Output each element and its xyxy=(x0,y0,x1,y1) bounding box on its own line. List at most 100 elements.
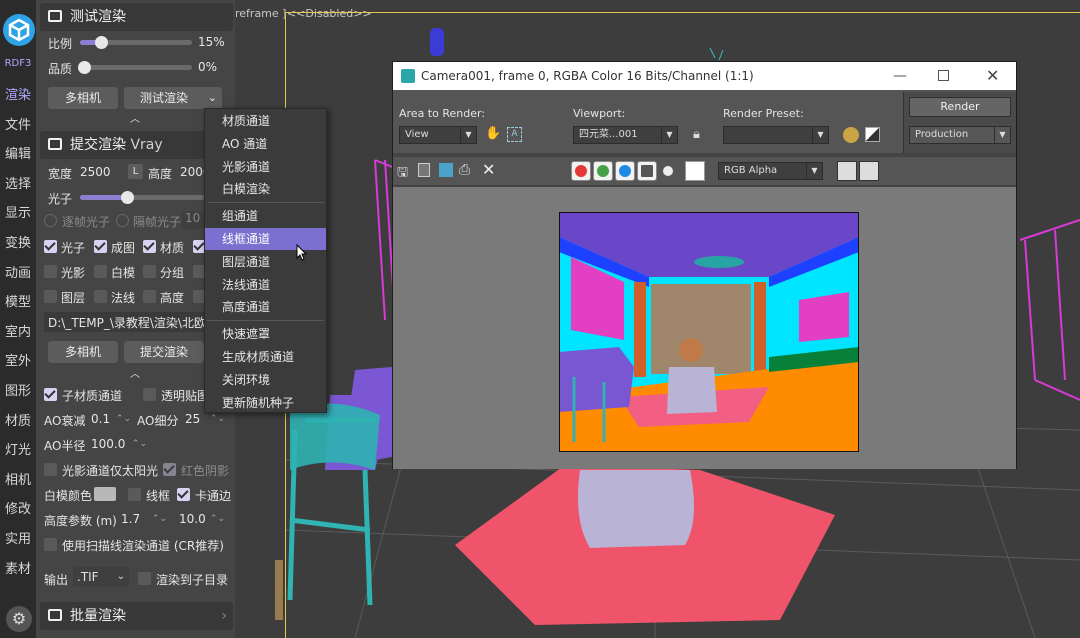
menu-item[interactable]: 组通道 xyxy=(205,205,326,227)
wireframe-checkbox[interactable] xyxy=(128,488,141,501)
red-channel-toggle[interactable] xyxy=(571,161,591,181)
display-toggle-2-icon[interactable] xyxy=(859,161,879,181)
option-checkbox[interactable] xyxy=(143,240,156,253)
ao-decay-spinner[interactable]: 0.1 ⌃⌄ xyxy=(91,409,131,429)
clear-icon[interactable]: ✕ xyxy=(482,160,495,179)
green-channel-toggle[interactable] xyxy=(593,161,613,181)
blue-channel-toggle[interactable] xyxy=(615,161,635,181)
menu-item[interactable]: 更新随机种子 xyxy=(205,392,326,414)
radio-interval-frame[interactable] xyxy=(116,214,129,227)
chevron-down-icon[interactable]: ⌄ xyxy=(117,567,125,587)
sidebar-item[interactable]: 室内 xyxy=(0,321,36,340)
render-preset-select[interactable]: ▼ xyxy=(723,126,829,144)
width-value[interactable]: 2500 xyxy=(80,165,111,179)
collapse-chevron-icon[interactable]: ︿ xyxy=(130,110,140,125)
maximize-icon[interactable] xyxy=(938,70,949,81)
option-checkbox[interactable] xyxy=(44,290,57,303)
spinner-arrows-icon[interactable]: ⌃⌄ xyxy=(210,509,225,529)
clone-icon[interactable] xyxy=(439,163,453,177)
mono-toggle-icon[interactable] xyxy=(663,166,673,176)
sidebar-item[interactable]: 修改 xyxy=(0,498,36,517)
sidebar-item[interactable]: 模型 xyxy=(0,291,36,310)
render-setup-icon[interactable] xyxy=(843,127,859,143)
scale-slider[interactable] xyxy=(80,36,192,49)
sidebar-item[interactable]: 动画 xyxy=(0,262,36,281)
ao-radius-spinner[interactable]: 100.0 ⌃⌄ xyxy=(91,434,147,454)
chevron-down-icon[interactable]: ▼ xyxy=(806,163,822,179)
photon-slider[interactable] xyxy=(80,191,204,204)
sidebar-item[interactable]: 实用 xyxy=(0,528,36,547)
render-button[interactable]: Render xyxy=(909,97,1011,117)
pan-hand-icon[interactable]: ✋ xyxy=(485,126,501,144)
batch-render-header[interactable]: 批量渲染 › xyxy=(40,602,233,630)
close-icon[interactable]: ✕ xyxy=(986,62,999,90)
sidebar-item[interactable]: 渲染 xyxy=(0,84,36,103)
sidebar-item[interactable]: 显示 xyxy=(0,202,36,221)
sidebar-item[interactable]: 编辑 xyxy=(0,143,36,162)
test-render-button[interactable]: 测试渲染 ⌄ xyxy=(124,87,222,109)
render-subdir-checkbox[interactable] xyxy=(138,572,151,585)
scale-slider-knob[interactable] xyxy=(94,36,108,49)
menu-item[interactable]: 材质通道 xyxy=(205,110,326,132)
chevron-down-icon[interactable]: ▼ xyxy=(661,127,677,143)
menu-item[interactable]: 法线通道 xyxy=(205,274,326,296)
viewport-select[interactable]: 四元菜...001 ▼ xyxy=(573,126,678,144)
swatch-color-box[interactable] xyxy=(685,161,705,181)
sub-material-checkbox[interactable] xyxy=(44,388,57,401)
quality-slider[interactable] xyxy=(78,61,192,74)
environment-icon[interactable] xyxy=(865,127,880,142)
menu-item[interactable]: 快速遮罩 xyxy=(205,323,326,345)
sidebar-item[interactable]: 变换 xyxy=(0,232,36,251)
interval-input[interactable]: 10 xyxy=(182,211,204,229)
alpha-channel-toggle[interactable] xyxy=(637,161,657,181)
sidebar-item[interactable]: 文件 xyxy=(0,114,36,133)
spinner-arrows-icon[interactable]: ⌃⌄ xyxy=(116,409,131,429)
option-checkbox[interactable] xyxy=(94,290,107,303)
quality-slider-knob[interactable] xyxy=(78,61,91,74)
rdf-logo-icon[interactable] xyxy=(3,14,35,46)
menu-item[interactable]: 光影通道 xyxy=(205,156,326,178)
card-edge-checkbox[interactable] xyxy=(177,488,190,501)
height-min-spinner[interactable]: 1.7 ⌃⌄ xyxy=(121,509,167,529)
area-to-render-select[interactable]: View ▼ xyxy=(399,126,477,144)
minimize-icon[interactable]: — xyxy=(893,62,907,90)
auto-region-icon[interactable]: A xyxy=(507,127,522,142)
sidebar-item[interactable]: 室外 xyxy=(0,350,36,369)
sidebar-item[interactable]: 灯光 xyxy=(0,439,36,458)
settings-gear-icon[interactable]: ⚙ xyxy=(6,606,32,632)
output-format-select[interactable]: .TIF ⌄ xyxy=(73,567,129,587)
sidebar-item[interactable]: 素材 xyxy=(0,558,36,577)
chevron-right-icon[interactable]: › xyxy=(221,602,227,630)
option-checkbox[interactable] xyxy=(143,290,156,303)
sidebar-item[interactable]: 选择 xyxy=(0,173,36,192)
option-checkbox[interactable] xyxy=(94,240,107,253)
scanline-checkbox[interactable] xyxy=(44,538,57,551)
light-only-sun-checkbox[interactable] xyxy=(44,463,57,476)
production-select[interactable]: Production ▼ xyxy=(909,126,1011,144)
spinner-arrows-icon[interactable]: ⌃⌄ xyxy=(132,434,147,454)
radio-per-frame[interactable] xyxy=(44,214,57,227)
lock-icon[interactable]: 🔒︎ xyxy=(693,127,700,142)
sidebar-item[interactable]: 图形 xyxy=(0,380,36,399)
transparent-map-checkbox[interactable] xyxy=(143,388,156,401)
red-shadow-checkbox[interactable] xyxy=(163,463,176,476)
lock-ratio-button[interactable]: L xyxy=(128,164,143,179)
menu-item[interactable]: 高度通道 xyxy=(205,296,326,318)
chevron-down-icon[interactable]: ▼ xyxy=(994,127,1010,143)
test-render-header[interactable]: 测试渲染 xyxy=(40,3,233,31)
option-checkbox[interactable] xyxy=(44,240,57,253)
copy-icon[interactable] xyxy=(418,163,430,177)
sidebar-item[interactable]: 材质 xyxy=(0,410,36,429)
output-path-field[interactable]: D:\_TEMP_\录教程\渲染\北欧 xyxy=(44,312,204,332)
save-icon[interactable]: 🖫 xyxy=(397,163,408,185)
channel-display-select[interactable]: RGB Alpha ▼ xyxy=(718,162,823,180)
collapse-chevron-icon[interactable]: ︿ xyxy=(130,365,140,380)
chevron-down-icon[interactable]: ▼ xyxy=(460,127,476,143)
display-toggle-icon[interactable] xyxy=(837,161,857,181)
multi-camera-button-2[interactable]: 多相机 xyxy=(48,341,118,363)
multi-camera-button[interactable]: 多相机 xyxy=(48,87,118,109)
submit-render-button[interactable]: 提交渲染 xyxy=(124,341,204,363)
sidebar-item[interactable]: 相机 xyxy=(0,469,36,488)
menu-item[interactable]: AO 通道 xyxy=(205,133,326,155)
chevron-down-icon[interactable]: ⌄ xyxy=(208,87,217,109)
